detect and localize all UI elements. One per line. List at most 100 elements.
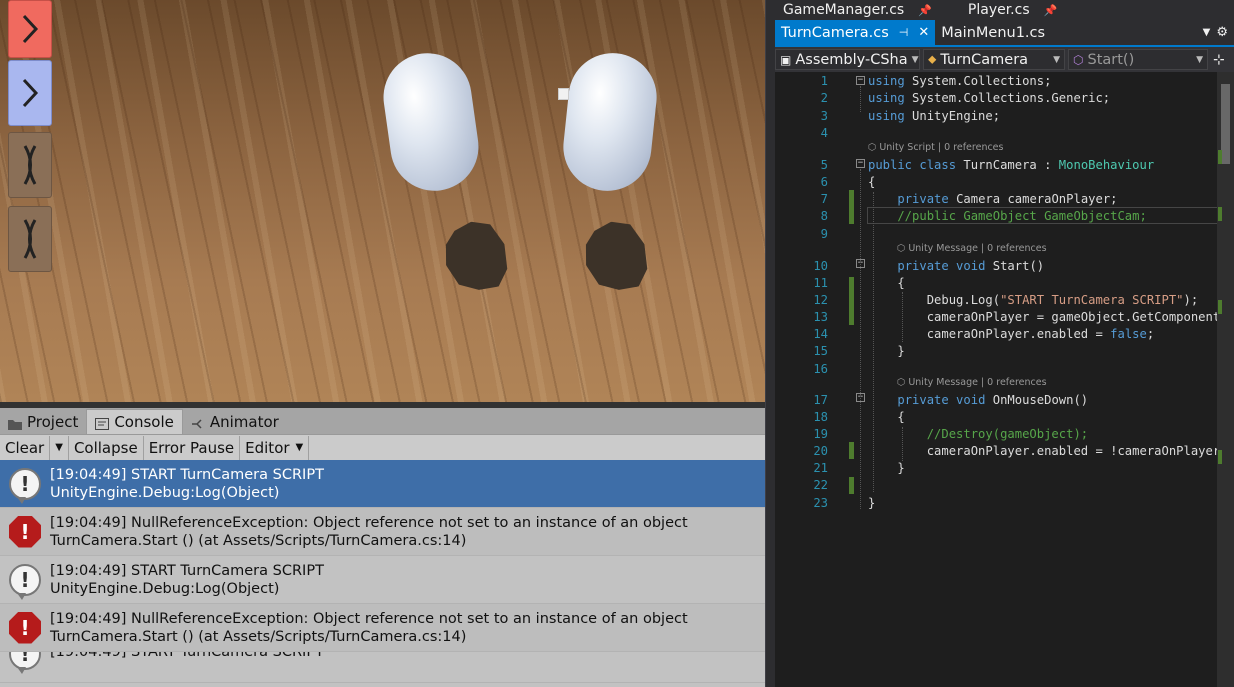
- tab-mainmenu1-cs[interactable]: MainMenu1.cs: [935, 20, 1051, 45]
- line-number: 22: [813, 478, 828, 492]
- line-number: 12: [813, 293, 828, 307]
- codelens-label: Unity Message | 0 references: [908, 377, 1047, 388]
- unity-icon: ⬡: [897, 243, 909, 254]
- doc-tab-label: MainMenu1.cs: [941, 24, 1046, 41]
- file-tab-label: Player.cs: [967, 2, 1030, 18]
- code-line[interactable]: cameraOnPlayer = gameObject.GetComponent…: [868, 310, 1234, 324]
- member-dropdown[interactable]: ⬡ Start() ▼: [1068, 49, 1208, 70]
- game-button-1[interactable]: [8, 0, 52, 58]
- editor-dropdown[interactable]: Editor ▼: [240, 435, 310, 460]
- line-number: 10: [813, 259, 828, 273]
- tab-overflow-dropdown[interactable]: ▼ ⚙: [1197, 20, 1234, 45]
- code-line[interactable]: using UnityEngine;: [868, 109, 1000, 123]
- file-tab-gamemanager[interactable]: GameManager.cs 📌: [775, 0, 940, 20]
- line-number: 2: [820, 91, 828, 105]
- codelens-start[interactable]: ⬡ Unity Message | 0 references: [897, 243, 1047, 254]
- collapse-label: Collapse: [73, 438, 138, 457]
- console-toolbar: Clear ▼ Collapse Error Pause Editor ▼: [0, 435, 765, 461]
- code-line[interactable]: {: [868, 410, 904, 424]
- code-line[interactable]: public class TurnCamera : MonoBehaviour: [868, 158, 1154, 172]
- caret-down-icon: ▼: [911, 54, 919, 65]
- console-entries: ! [19:04:49] START TurnCamera SCRIPT Unit…: [0, 460, 765, 683]
- code-line[interactable]: }: [868, 344, 904, 358]
- x-mark-icon: [23, 145, 37, 185]
- code-line[interactable]: {: [868, 175, 875, 189]
- class-dropdown[interactable]: ⬥ TurnCamera ▼: [923, 49, 1065, 70]
- change-marker: [849, 477, 854, 494]
- code-line[interactable]: //Destroy(gameObject);: [868, 427, 1088, 441]
- collapse-region-icon[interactable]: −: [856, 76, 865, 85]
- pin-icon[interactable]: 📌: [918, 4, 932, 17]
- line-number: 9: [820, 227, 828, 241]
- indent-guide: [860, 169, 861, 509]
- code-line[interactable]: using System.Collections.Generic;: [868, 91, 1110, 105]
- line-number: 8: [820, 209, 828, 223]
- close-icon[interactable]: ✕: [918, 25, 929, 40]
- unity-icon: ⬡: [868, 142, 880, 153]
- line-number: 7: [820, 192, 828, 206]
- code-line[interactable]: cameraOnPlayer.enabled = false;: [868, 327, 1154, 341]
- entry-message: [19:04:49] START TurnCamera SCRIPT: [50, 652, 324, 660]
- code-line[interactable]: }: [868, 496, 875, 510]
- vertical-scrollbar[interactable]: [1217, 72, 1234, 687]
- entry-stacktrace: TurnCamera.Start () (at Assets/Scripts/T…: [50, 628, 467, 645]
- file-tabs-row: GameManager.cs 📌 Player.cs 📌: [775, 0, 1234, 20]
- code-line[interactable]: //public GameObject GameObjectCam;: [868, 209, 1146, 223]
- error-pause-toggle[interactable]: Error Pause: [144, 435, 241, 460]
- caret-down-icon: ▼: [55, 442, 63, 453]
- code-editor-window: GameManager.cs 📌 Player.cs 📌 TurnCamera.cs…: [765, 0, 1234, 687]
- doc-tab-label: TurnCamera.cs: [781, 24, 889, 41]
- project-dropdown[interactable]: ▣ Assembly-CSha ▼: [775, 49, 920, 70]
- game-view[interactable]: [0, 0, 765, 402]
- console-entry-error[interactable]: ! [19:04:49] NullReferenceException: Obj…: [0, 508, 765, 556]
- player-capsule-right[interactable]: [559, 48, 661, 196]
- scrollbar-thumb[interactable]: [1221, 84, 1230, 164]
- console-entry-log[interactable]: ! [19:04:49] START TurnCamera SCRIPT Unit…: [0, 460, 765, 508]
- pin-icon[interactable]: ⊣: [899, 26, 909, 39]
- console-entry-error[interactable]: ! [19:04:49] NullReferenceException: Obj…: [0, 604, 765, 652]
- line-number: 4: [820, 126, 828, 140]
- dropdown-icon[interactable]: ▼: [1203, 27, 1211, 38]
- code-line[interactable]: cameraOnPlayer.enabled = !cameraOnPlayer…: [868, 444, 1234, 458]
- code-line[interactable]: using System.Collections;: [868, 74, 1051, 88]
- code-area[interactable]: − − − − ⬡ Unity Script | 0 references ⬡ …: [775, 72, 1234, 687]
- player-capsule-left[interactable]: [377, 47, 485, 197]
- code-line[interactable]: private void Start(): [868, 259, 1044, 273]
- document-tabs: TurnCamera.cs ⊣ ✕ MainMenu1.cs ▼ ⚙: [775, 20, 1234, 47]
- line-number: 16: [813, 362, 828, 376]
- tab-animator[interactable]: Animator: [183, 410, 287, 434]
- codelens-class[interactable]: ⬡ Unity Script | 0 references: [868, 142, 1003, 153]
- tab-console[interactable]: Console: [86, 409, 183, 434]
- gear-icon[interactable]: ⚙: [1216, 25, 1228, 40]
- console-entry-log[interactable]: ! [19:04:49] START TurnCamera SCRIPT: [0, 652, 765, 683]
- code-line[interactable]: Debug.Log("START TurnCamera SCRIPT");: [868, 293, 1199, 307]
- collapse-toggle[interactable]: Collapse: [69, 435, 144, 460]
- console-entry-log[interactable]: ! [19:04:49] START TurnCamera SCRIPT Unit…: [0, 556, 765, 604]
- file-tab-player[interactable]: Player.cs 📌: [960, 0, 1065, 20]
- pin-icon[interactable]: 📌: [1044, 4, 1058, 17]
- class-label: TurnCamera: [940, 51, 1029, 68]
- line-number: 21: [813, 461, 828, 475]
- code-line[interactable]: }: [868, 461, 904, 475]
- code-line[interactable]: private void OnMouseDown(): [868, 393, 1088, 407]
- change-overview-mark: [1218, 300, 1222, 314]
- file-tab-label: GameManager.cs: [783, 2, 905, 18]
- tab-project-label: Project: [27, 413, 79, 431]
- code-line[interactable]: private Camera cameraOnPlayer;: [868, 192, 1117, 206]
- game-button-2[interactable]: [8, 60, 52, 126]
- code-line[interactable]: {: [868, 276, 904, 290]
- capsule-shadow-left: [436, 214, 517, 300]
- change-marker: [849, 442, 854, 459]
- codelens-onmousedown[interactable]: ⬡ Unity Message | 0 references: [897, 377, 1047, 388]
- split-editor-icon[interactable]: ⊹: [1213, 52, 1225, 68]
- tab-project[interactable]: Project: [0, 410, 86, 434]
- console-icon: [95, 416, 110, 430]
- clear-button[interactable]: Clear: [0, 435, 51, 460]
- editor-label: Editor: [245, 438, 290, 457]
- clear-options-dropdown[interactable]: ▼: [50, 435, 69, 460]
- collapse-region-icon[interactable]: −: [856, 159, 865, 168]
- navigation-bar: ▣ Assembly-CSha ▼ ⬥ TurnCamera ▼ ⬡ Start()…: [775, 47, 1234, 72]
- game-button-4[interactable]: [8, 206, 52, 272]
- tab-turncamera-cs[interactable]: TurnCamera.cs ⊣ ✕: [775, 20, 936, 45]
- game-button-3[interactable]: [8, 132, 52, 198]
